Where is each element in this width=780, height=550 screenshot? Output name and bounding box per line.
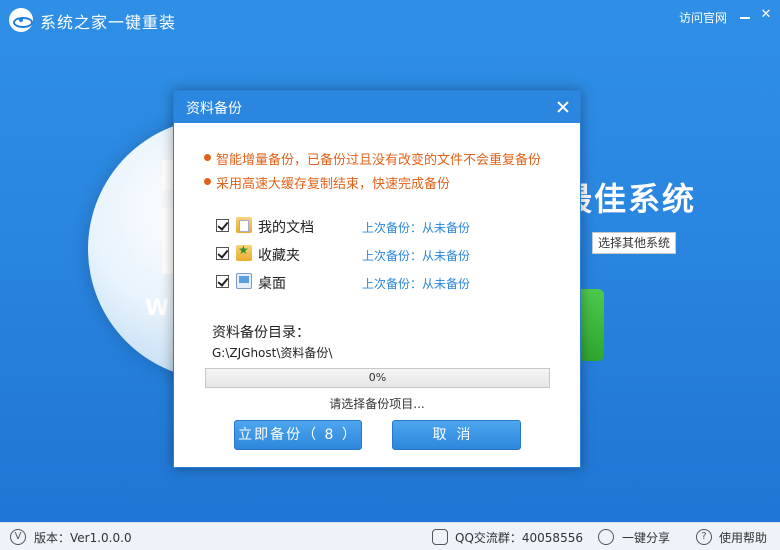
dialog-header: 资料备份 xyxy=(174,91,580,123)
version-icon: V xyxy=(10,529,26,545)
item-status: 上次备份：从未备份 xyxy=(362,221,471,235)
item-name: 我的文档 xyxy=(258,220,314,236)
tip-bullet-icon xyxy=(204,178,211,185)
item-status: 上次备份：从未备份 xyxy=(362,249,471,263)
backup-now-button[interactable]: 立即备份（ 8 ） xyxy=(234,420,362,450)
item-status: 上次备份：从未备份 xyxy=(362,277,471,291)
tip-incremental: 智能增量备份，已备份过且没有改变的文件不会重复备份 xyxy=(216,153,542,168)
backup-dir-path[interactable]: G:\ZJGhost\资料备份\ xyxy=(212,344,332,361)
dialog-title: 资料备份 xyxy=(186,101,242,117)
item-name: 桌面 xyxy=(258,276,286,292)
documents-checkbox[interactable] xyxy=(216,219,229,232)
app-title: 系统之家一键重装 xyxy=(40,13,177,32)
desktop-icon xyxy=(236,273,252,289)
status-hint: 请选择备份项目... xyxy=(329,397,425,411)
help-icon: ? xyxy=(696,529,712,545)
minimize-icon[interactable] xyxy=(737,7,753,23)
official-site-link[interactable]: 访问官网 xyxy=(679,9,727,26)
circle-letter: W xyxy=(145,296,170,321)
share-link[interactable]: 一键分享 xyxy=(622,529,670,546)
tip-bullet-icon xyxy=(204,154,211,161)
backup-progress-bar: 0% xyxy=(205,368,550,388)
qq-icon xyxy=(432,529,448,545)
tip-fast-copy: 采用高速大缓存复制结束，快速完成备份 xyxy=(216,177,451,192)
backup-dir-label: 资料备份目录： xyxy=(212,325,310,341)
dialog-close-icon[interactable] xyxy=(555,99,571,115)
backup-dialog: 资料备份 智能增量备份，已备份过且没有改变的文件不会重复备份 采用高速大缓存复制… xyxy=(173,90,581,468)
item-name: 收藏夹 xyxy=(258,248,300,264)
version-label: 版本：Ver1.0.0.0 xyxy=(34,531,132,545)
favorites-checkbox[interactable] xyxy=(216,247,229,260)
status-bar: V 版本：Ver1.0.0.0 QQ交流群：40058556 一键分享 ? 使用… xyxy=(0,522,780,550)
cancel-button[interactable]: 取消 xyxy=(392,420,521,450)
help-link[interactable]: 使用帮助 xyxy=(719,529,767,546)
title-bar: 系统之家一键重装 访问官网 ✕ xyxy=(0,0,780,40)
share-icon xyxy=(598,529,614,545)
logo-icon xyxy=(9,8,33,32)
select-other-system-button[interactable]: 选择其他系统 xyxy=(592,232,676,254)
desktop-checkbox[interactable] xyxy=(216,275,229,288)
documents-folder-icon xyxy=(236,217,252,233)
qq-group-link[interactable]: QQ交流群：40058556 xyxy=(455,529,583,546)
close-window-icon[interactable]: ✕ xyxy=(758,7,774,23)
favorites-folder-icon xyxy=(236,243,252,261)
progress-label: 0% xyxy=(368,371,387,384)
